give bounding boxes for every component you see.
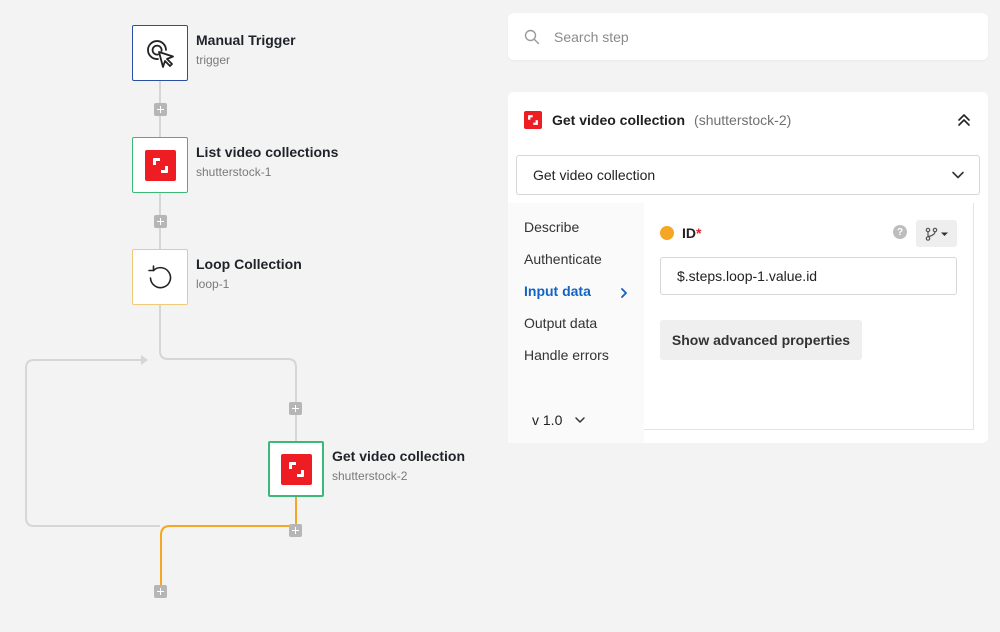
- node-subtitle: trigger: [196, 53, 231, 67]
- git-branch-icon: [925, 227, 948, 241]
- workflow-node-get-video-collection[interactable]: Get video collection shutterstock-2: [268, 441, 465, 497]
- shutterstock-logo-icon: [144, 149, 176, 181]
- workflow-node-manual-trigger[interactable]: Manual Trigger trigger: [132, 25, 296, 81]
- node-title: Manual Trigger: [196, 32, 296, 48]
- cursor-click-icon: [147, 40, 174, 68]
- step-header: Get video collection (shutterstock-2): [524, 110, 974, 130]
- chevron-down-icon: [952, 171, 964, 179]
- node-title: Get video collection: [332, 448, 466, 464]
- input-data-form: ID * ? Show advanced properties: [644, 203, 974, 430]
- field-label-text: ID: [682, 225, 696, 241]
- add-step-button[interactable]: [154, 103, 167, 116]
- shutterstock-logo-icon: [280, 453, 312, 485]
- workflow-node-list-video-collections[interactable]: List video collections shutterstock-1: [132, 137, 338, 193]
- step-key: (shutterstock-2): [694, 112, 792, 128]
- field-mode-button[interactable]: [916, 220, 957, 247]
- search-step-box: [508, 13, 988, 60]
- action-select[interactable]: Get video collection: [516, 155, 980, 195]
- node-subtitle: shutterstock-1: [196, 165, 272, 179]
- step-tabs: Describe Authenticate Input data Output …: [508, 203, 644, 443]
- node-icon-box[interactable]: [132, 25, 188, 81]
- add-step-button[interactable]: [289, 524, 302, 537]
- help-icon[interactable]: ?: [893, 225, 907, 239]
- tab-describe[interactable]: Describe: [524, 219, 579, 235]
- show-advanced-properties-button[interactable]: Show advanced properties: [660, 320, 862, 360]
- chevron-right-icon: [621, 288, 627, 298]
- tab-handle-errors[interactable]: Handle errors: [524, 347, 609, 363]
- action-select-value: Get video collection: [533, 167, 656, 183]
- node-title: Loop Collection: [196, 256, 302, 272]
- chevron-down-icon: [575, 417, 586, 423]
- shutterstock-logo-icon: [524, 111, 542, 129]
- step-title: Get video collection: [552, 112, 686, 128]
- tab-authenticate[interactable]: Authenticate: [524, 251, 602, 267]
- id-value-field: [660, 257, 957, 295]
- search-step-input[interactable]: [554, 28, 954, 45]
- node-subtitle: loop-1: [196, 277, 230, 291]
- caret-down-icon: [940, 232, 948, 236]
- step-config-panel: Get video collection (shutterstock-2) Ge…: [508, 92, 988, 443]
- node-title: List video collections: [196, 144, 339, 160]
- version-select[interactable]: v 1.0: [532, 412, 586, 428]
- add-step-button[interactable]: [154, 215, 167, 228]
- tab-output-data[interactable]: Output data: [524, 315, 597, 331]
- workflow-node-loop-collection[interactable]: Loop Collection loop-1: [132, 249, 302, 305]
- field-label-id: ID *: [660, 225, 701, 241]
- version-value: v 1.0: [532, 412, 563, 428]
- node-icon-box[interactable]: [268, 441, 324, 497]
- collapse-panel-button[interactable]: [954, 110, 974, 130]
- loop-icon: [148, 265, 172, 289]
- tab-input-data[interactable]: Input data: [524, 283, 591, 299]
- node-icon-box[interactable]: [132, 137, 188, 193]
- double-chevron-up-icon: [958, 114, 970, 126]
- search-icon: [524, 29, 540, 44]
- node-subtitle: shutterstock-2: [332, 469, 408, 483]
- node-icon-box[interactable]: [132, 249, 188, 305]
- status-dot: [660, 226, 674, 240]
- add-step-button[interactable]: [289, 402, 302, 415]
- required-mark: *: [696, 225, 702, 241]
- id-value-input[interactable]: [677, 268, 947, 284]
- add-step-button[interactable]: [154, 585, 167, 598]
